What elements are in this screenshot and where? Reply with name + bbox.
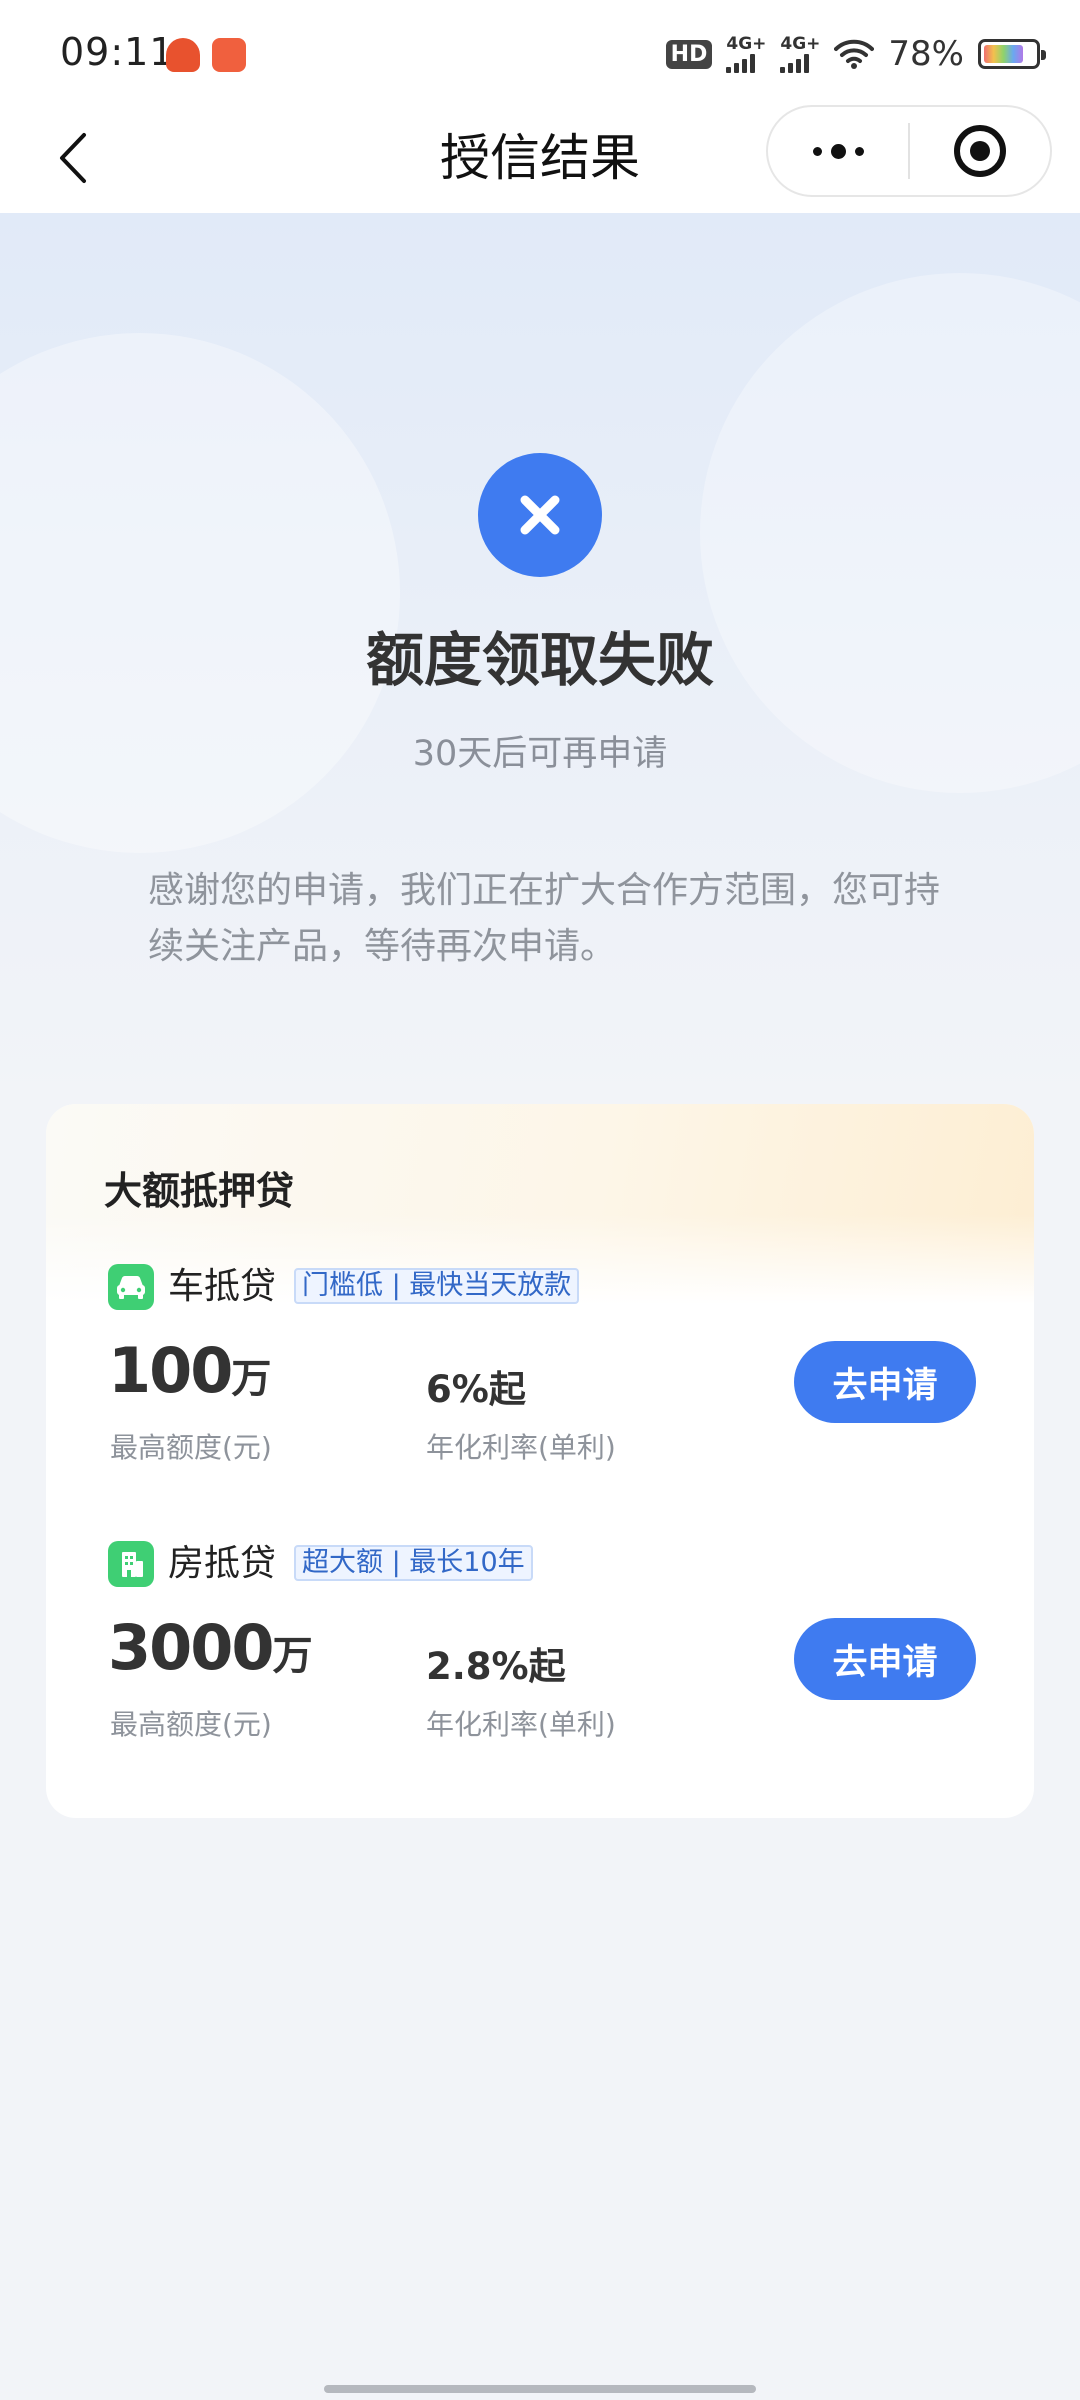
battery-level bbox=[984, 45, 1023, 63]
battery-icon bbox=[978, 39, 1046, 69]
amount-label: 最高额度(元) bbox=[110, 1708, 272, 1741]
notification-app-icon bbox=[166, 38, 200, 72]
building-icon bbox=[108, 1541, 154, 1587]
amount-unit: 万 bbox=[272, 1633, 313, 1679]
network-type-label: 4G+ bbox=[780, 34, 821, 54]
notification-app-icon bbox=[212, 38, 246, 72]
result-description: 感谢您的申请，我们正在扩大合作方范围，您可持续关注产品，等待再次申请。 bbox=[148, 870, 941, 967]
loan-tag: 门槛低 | 最快当天放款 bbox=[294, 1268, 580, 1304]
target-icon bbox=[953, 125, 1006, 177]
close-icon bbox=[520, 495, 560, 535]
mortgage-loan-card: 大额抵押贷 车抵贷 门槛低 | 最快当天放款 100万 最高额度(元) 6%起 … bbox=[46, 1104, 1034, 1818]
hd-icon: HD bbox=[665, 39, 713, 69]
loan-rate: 6%起 bbox=[426, 1368, 526, 1411]
more-button[interactable] bbox=[768, 107, 908, 195]
status-bar: 09:11 HD 4G+ 4G+ 78% bbox=[0, 0, 1080, 105]
network-type-label: 4G+ bbox=[726, 34, 767, 54]
status-indicators: HD 4G+ 4G+ 78% bbox=[665, 32, 1046, 76]
home-indicator[interactable] bbox=[324, 2385, 756, 2393]
loan-max-amount: 100万 bbox=[108, 1336, 271, 1414]
car-icon bbox=[117, 1276, 145, 1299]
loan-name: 房抵贷 bbox=[168, 1543, 277, 1584]
nav-bar: 授信结果 bbox=[0, 105, 1080, 213]
fail-status-icon bbox=[478, 453, 602, 577]
more-dots-icon bbox=[854, 146, 864, 156]
wifi-icon bbox=[834, 39, 875, 69]
loan-item-car: 车抵贷 门槛低 | 最快当天放款 100万 最高额度(元) 6%起 年化利率(单… bbox=[46, 1264, 1034, 1484]
status-time: 09:11 bbox=[60, 30, 175, 74]
building-icon bbox=[122, 1552, 143, 1577]
card-title: 大额抵押贷 bbox=[104, 1169, 295, 1213]
result-hero: 额度领取失败 30天后可再申请 感谢您的申请，我们正在扩大合作方范围，您可持续关… bbox=[0, 213, 1080, 1113]
apply-button-car[interactable]: 去申请 bbox=[794, 1341, 976, 1423]
amount-label: 最高额度(元) bbox=[110, 1431, 272, 1464]
signal-icon: 4G+ bbox=[726, 35, 766, 73]
loan-rate: 2.8%起 bbox=[426, 1645, 566, 1688]
result-subtitle: 30天后可再申请 bbox=[412, 734, 668, 774]
miniprogram-capsule bbox=[766, 105, 1052, 197]
background-decoration bbox=[700, 273, 1080, 793]
amount-value: 3000 bbox=[108, 1611, 275, 1684]
amount-unit: 万 bbox=[231, 1356, 272, 1402]
signal-icon: 4G+ bbox=[780, 35, 820, 73]
result-title: 额度领取失败 bbox=[365, 626, 714, 694]
amount-value: 100 bbox=[108, 1334, 233, 1407]
more-dots-icon bbox=[830, 143, 846, 159]
rate-label: 年化利率(单利) bbox=[426, 1431, 616, 1464]
loan-name: 车抵贷 bbox=[168, 1266, 277, 1307]
car-icon bbox=[108, 1264, 154, 1310]
loan-tag: 超大额 | 最长10年 bbox=[294, 1545, 533, 1581]
battery-percent: 78% bbox=[888, 34, 964, 74]
loan-max-amount: 3000万 bbox=[108, 1613, 313, 1691]
loan-item-house: 房抵贷 超大额 | 最长10年 3000万 最高额度(元) 2.8%起 年化利率… bbox=[46, 1541, 1034, 1761]
rate-label: 年化利率(单利) bbox=[426, 1708, 616, 1741]
apply-button-house[interactable]: 去申请 bbox=[794, 1618, 976, 1700]
more-dots-icon bbox=[812, 146, 822, 156]
close-miniprogram-button[interactable] bbox=[910, 107, 1050, 195]
